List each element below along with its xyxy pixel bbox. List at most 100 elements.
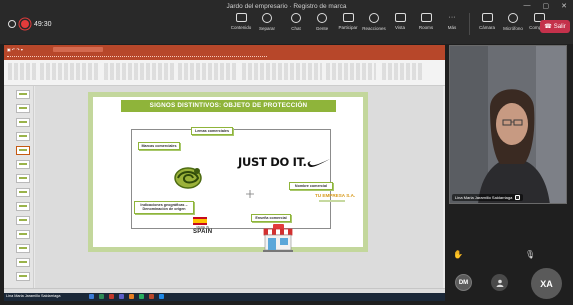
callout-nombre: Nombre comercial: [289, 182, 333, 191]
grid-view-icon: [394, 13, 406, 22]
callout-indicaciones: Indicaciones geográficas – Denominación …: [134, 201, 194, 214]
ribbon-group-clipboard: [8, 63, 36, 80]
toolbar-button-contenido[interactable]: Contenido: [228, 13, 254, 31]
slide-title: SIGNOS DISTINTIVOS: OBJETO DE PROTECCIÓN: [121, 100, 336, 112]
toolbar-button-reacciones[interactable]: Reacciones: [361, 13, 387, 35]
app-icon[interactable]: [159, 294, 164, 299]
ppt-quick-access: ▣ ↶ ↷ ▾: [7, 47, 23, 52]
ppt-ribbon: [4, 60, 445, 86]
app-icon[interactable]: [149, 294, 154, 299]
camera-off-icon: [481, 13, 493, 22]
participant-avatar-dm[interactable]: DM: [455, 274, 472, 291]
toolbar-button-separar[interactable]: Separar: [254, 13, 280, 31]
made-in-spain-seal: MADE IN SPAIN: [193, 217, 212, 235]
meeting-actions: Chat Gente Participar Reacciones Vista R…: [283, 13, 552, 35]
slide-thumbnail[interactable]: [16, 104, 30, 113]
app-icon[interactable]: [129, 294, 134, 299]
screen-share-owner: Lina Maria Jaramillo Saldarriaga: [6, 294, 61, 298]
slide-thumbnail[interactable]: [16, 174, 30, 183]
rooms-icon: [420, 13, 432, 22]
mic-icon: [508, 13, 518, 23]
app-icon[interactable]: [109, 294, 114, 299]
toolbar-button-participar[interactable]: Participar: [335, 13, 361, 35]
slide-thumbnail[interactable]: [16, 90, 30, 99]
slide[interactable]: SIGNOS DISTINTIVOS: OBJETO DE PROTECCIÓN…: [88, 92, 368, 252]
ribbon-group-paragraph: [178, 63, 238, 80]
ppt-tab-strip: [7, 56, 267, 58]
app-icon[interactable]: [119, 294, 124, 299]
toolbar-button-camara[interactable]: Cámara: [474, 13, 500, 35]
app-icon[interactable]: [89, 294, 94, 299]
store-icon: [263, 224, 293, 252]
company-logo: TU EMPRESA S.A.: [315, 193, 356, 198]
window-controls: — ▢ ✕: [524, 2, 568, 10]
participant-avatar[interactable]: [491, 274, 508, 291]
slide-thumbnails: [4, 86, 34, 289]
pin-icon[interactable]: [515, 195, 521, 200]
snake-logo: [174, 167, 202, 189]
spain-label: SPAIN: [193, 229, 213, 236]
toolbar-button-chat[interactable]: Chat: [283, 13, 309, 35]
callout-ensena: Enseña comercial: [251, 214, 291, 223]
callout-lemas: Lemas comerciales: [191, 127, 233, 136]
cursor-icon: [246, 190, 254, 198]
ribbon-group-designer: [382, 63, 422, 80]
shared-taskbar: [4, 293, 445, 301]
emoji-icon: [369, 13, 379, 23]
meeting-toolbar: Jardo del empresario · Registro de marca…: [0, 0, 573, 44]
callout-marcas: Marcas comerciales: [138, 142, 180, 151]
nike-swoosh-icon: [307, 159, 330, 167]
people-icon: [317, 13, 327, 23]
toolbar-button-vista[interactable]: Vista: [387, 13, 413, 35]
slide-thumbnail[interactable]: [16, 216, 30, 225]
share-screen-icon: [235, 13, 247, 22]
user-icon: [496, 279, 503, 287]
ribbon-group-drawing: [242, 63, 322, 80]
more-icon: ···: [448, 14, 456, 21]
presenter-name-tag: Lina Maria Jaramillo Saldarriaga: [452, 194, 524, 201]
toolbar-button-microfono[interactable]: Micrófono: [500, 13, 526, 35]
toolbar-button-mas[interactable]: ··· Más: [439, 13, 465, 35]
recording-icon: [21, 20, 29, 28]
meeting-title: Jardo del empresario · Registro de marca: [226, 3, 347, 10]
slide-thumbnail[interactable]: [16, 272, 30, 281]
ribbon-group-editing: [326, 63, 376, 80]
call-timer: 49:30: [34, 20, 52, 28]
minimize-icon[interactable]: —: [524, 2, 531, 10]
mute-icon: 🎙: [525, 250, 536, 259]
ribbon-group-font: [104, 63, 174, 80]
video-feed: [450, 46, 566, 203]
slide-thumbnail[interactable]: [16, 244, 30, 253]
toolbar-button-gente[interactable]: Gente: [309, 13, 335, 35]
ppt-title-bar: ▣ ↶ ↷ ▾: [4, 45, 445, 54]
pin-dot: [516, 196, 520, 199]
leave-button[interactable]: ☎ Salir: [540, 20, 570, 33]
slide-thumbnail[interactable]: [16, 132, 30, 141]
ppt-search-box: [52, 47, 103, 52]
shield-icon[interactable]: [8, 20, 16, 28]
call-info: 49:30: [8, 20, 52, 28]
close-icon[interactable]: ✕: [561, 2, 567, 10]
slide-thumbnail[interactable]: [16, 230, 30, 239]
slide-thumbnail[interactable]: [16, 160, 30, 169]
slide-thumbnail[interactable]: [16, 258, 30, 267]
popout-icon: [262, 13, 272, 23]
raise-hand-icon: [342, 13, 354, 22]
app-icon[interactable]: [99, 294, 104, 299]
chat-icon: [291, 13, 301, 23]
slide-thumbnail-selected[interactable]: [16, 146, 30, 155]
slide-thumbnail[interactable]: [16, 188, 30, 197]
presenter-video[interactable]: Lina Maria Jaramillo Saldarriaga: [449, 45, 567, 204]
company-tagline: [319, 200, 345, 202]
participant-avatar-xa[interactable]: XA: [531, 268, 562, 299]
toolbar-divider: [469, 13, 470, 35]
app-icon[interactable]: [139, 294, 144, 299]
slide-thumbnail[interactable]: [16, 118, 30, 127]
content-controls: Contenido Separar: [228, 13, 280, 31]
teams-meeting-window: Jardo del empresario · Registro de marca…: [0, 0, 573, 305]
nike-slogan: JUST DO IT.: [238, 155, 307, 169]
toolbar-button-rooms[interactable]: Rooms: [413, 13, 439, 35]
ribbon-group-slides: [40, 63, 100, 80]
slide-thumbnail[interactable]: [16, 202, 30, 211]
restore-icon[interactable]: ▢: [543, 2, 550, 10]
